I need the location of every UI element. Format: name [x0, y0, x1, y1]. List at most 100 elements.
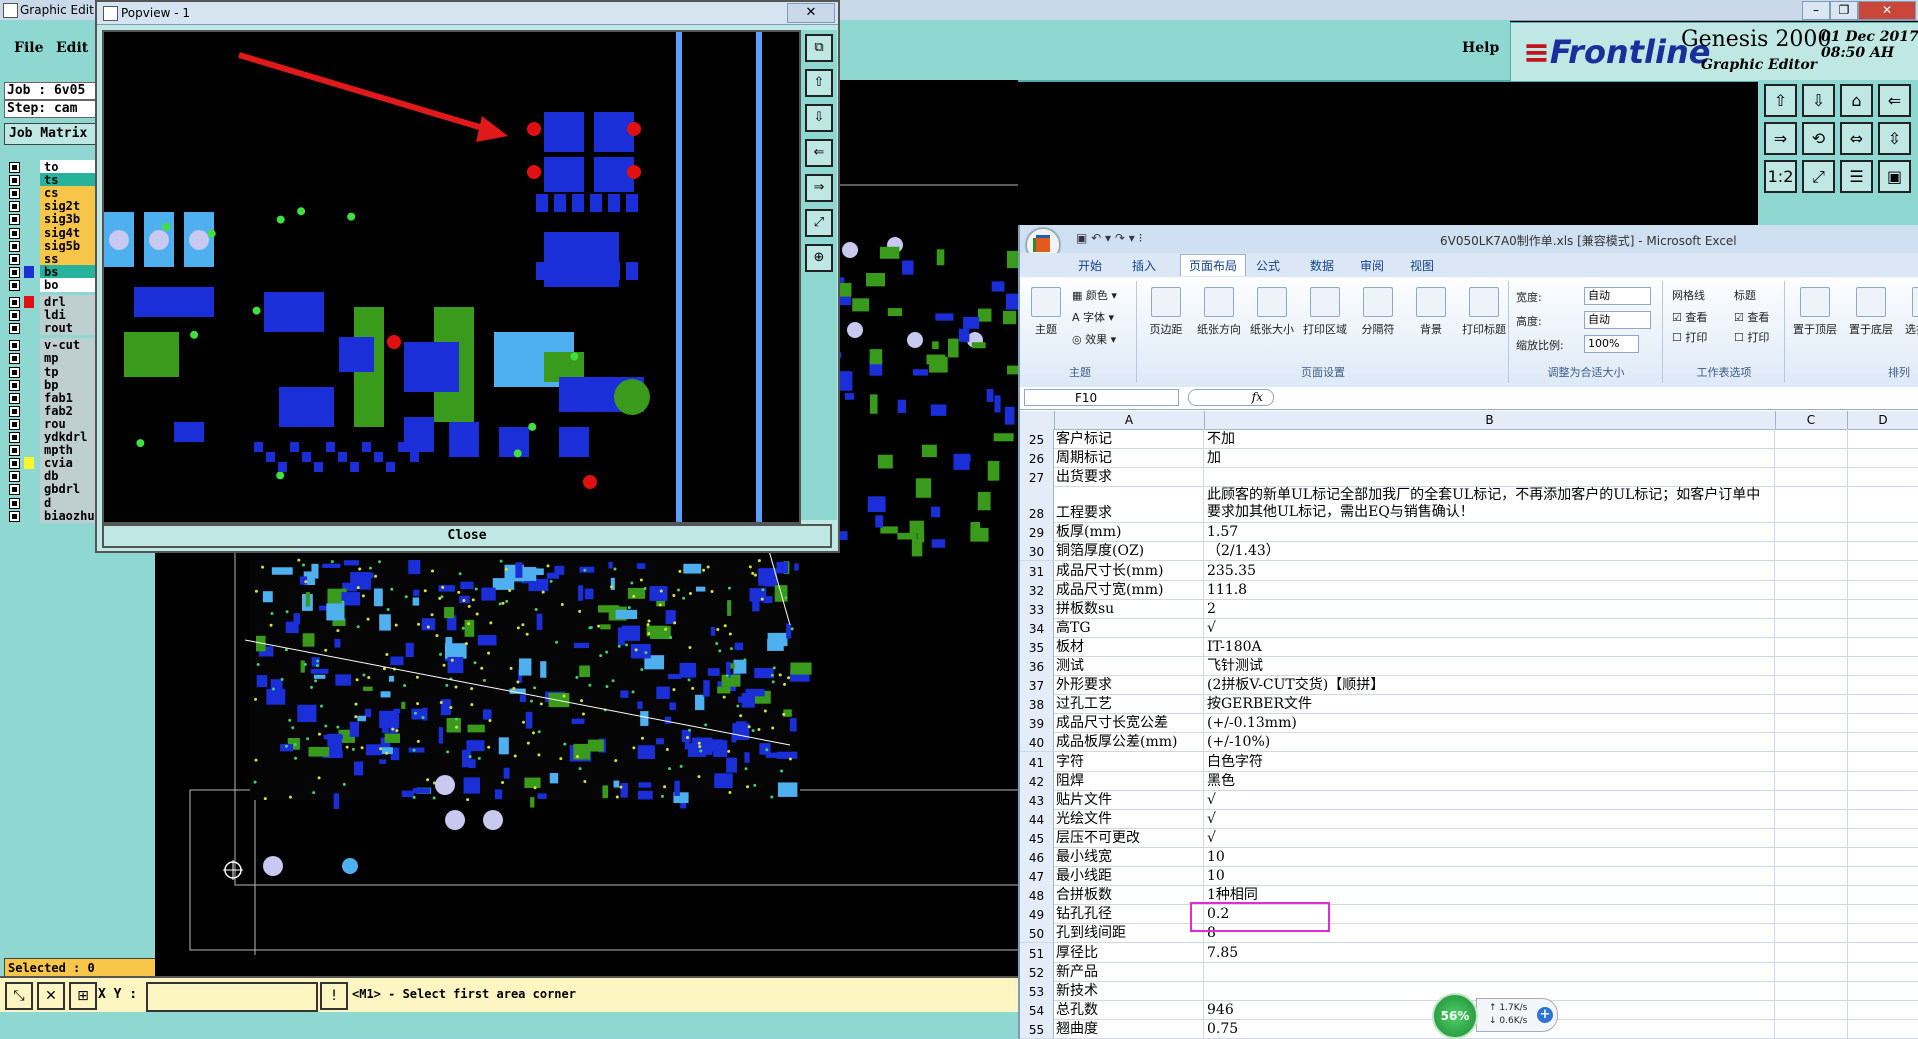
table-row[interactable]: 32 成品尺寸宽(mm) 111.8 — [1020, 580, 1918, 600]
pan-left-icon[interactable]: ⇐ — [1878, 84, 1911, 117]
cell-empty[interactable] — [1775, 429, 1848, 448]
list-icon[interactable]: ☰ — [1840, 160, 1873, 193]
cell-empty[interactable] — [1775, 828, 1848, 847]
ribbon-tab[interactable]: 开始 — [1078, 257, 1102, 274]
cell-label[interactable]: 字符 — [1054, 752, 1204, 771]
cell-label[interactable]: 厚径比 — [1054, 943, 1204, 962]
zoom-fit-icon[interactable]: ⤢ — [1802, 160, 1835, 193]
layer-checkbox[interactable] — [9, 280, 20, 291]
ribbon-tab[interactable]: 插入 — [1132, 257, 1156, 274]
cell-empty[interactable] — [1775, 904, 1848, 923]
table-row[interactable]: 51 厚径比 7.85 — [1020, 943, 1918, 963]
row-number[interactable]: 43 — [1020, 790, 1054, 809]
menu-edit[interactable]: Edit — [56, 40, 88, 56]
row-number[interactable]: 25 — [1020, 429, 1054, 448]
arrange-button[interactable]: 置于底层 — [1844, 287, 1898, 337]
name-box[interactable]: F10 — [1024, 389, 1179, 406]
cell-empty[interactable] — [1775, 1019, 1848, 1038]
column-header[interactable]: C — [1775, 411, 1848, 429]
cell-value[interactable] — [1204, 962, 1775, 981]
cell-empty[interactable] — [1775, 732, 1848, 751]
cell-value[interactable]: (2拼板V-CUT交货)【顺拼】 — [1204, 675, 1775, 694]
table-row[interactable]: 28 工程要求 此顾客的新单UL标记全部加我厂的全套UL标记，不再添加客户的UL标记… — [1020, 486, 1918, 523]
row-number[interactable]: 34 — [1020, 618, 1054, 637]
cell-empty[interactable] — [1775, 561, 1848, 580]
xy-input[interactable] — [146, 982, 318, 1012]
cell-empty[interactable] — [1775, 618, 1848, 637]
measure-icon[interactable]: ✕ — [37, 982, 65, 1010]
cell-value[interactable]: 10 — [1204, 847, 1775, 866]
redraw-icon[interactable]: ⟲ — [1802, 122, 1835, 155]
cell-label[interactable]: 高TG — [1054, 618, 1204, 637]
up-icon[interactable]: ⇧ — [805, 69, 833, 97]
scale-input[interactable]: 100% — [1584, 335, 1639, 353]
row-number[interactable]: 28 — [1020, 486, 1054, 522]
page-setup-button[interactable]: 纸张大小 — [1246, 287, 1298, 337]
popview-close-icon[interactable]: ✕ — [787, 3, 835, 23]
table-row[interactable]: 42 阻焊 黑色 — [1020, 771, 1918, 791]
cell-empty[interactable] — [1775, 1000, 1848, 1019]
cell-label[interactable]: 拼板数su — [1054, 599, 1204, 618]
row-number[interactable]: 50 — [1020, 923, 1054, 942]
headings-print-checkbox[interactable]: ☐ 打印 — [1734, 329, 1769, 345]
table-row[interactable]: 36 测试 飞针测试 — [1020, 656, 1918, 676]
popview-close-button[interactable]: Close — [102, 524, 832, 548]
table-row[interactable]: 43 贴片文件 √ — [1020, 790, 1918, 810]
popview-zoom-view[interactable] — [104, 32, 799, 522]
cell-label[interactable]: 最小线距 — [1054, 866, 1204, 885]
cell-empty[interactable] — [1775, 694, 1848, 713]
row-number[interactable]: 40 — [1020, 732, 1054, 751]
zoom-height-icon[interactable]: ⇳ — [1878, 122, 1911, 155]
cell-value[interactable]: √ — [1204, 790, 1775, 809]
cell-label[interactable]: 出货要求 — [1054, 467, 1204, 486]
menu-file[interactable]: File — [14, 40, 43, 56]
cell-empty[interactable] — [1775, 866, 1848, 885]
copy-icon[interactable]: ⧉ — [805, 34, 833, 62]
grid-icon[interactable]: ⊞ — [69, 982, 97, 1010]
cell-label[interactable]: 新产品 — [1054, 962, 1204, 981]
page-setup-button[interactable]: 背景 — [1405, 287, 1457, 337]
layer-checkbox[interactable] — [9, 162, 20, 173]
cell-label[interactable]: 翘曲度 — [1054, 1019, 1204, 1038]
table-row[interactable]: 47 最小线距 10 — [1020, 866, 1918, 886]
table-row[interactable]: 29 板厚(mm) 1.57 — [1020, 522, 1918, 542]
cell-label[interactable]: 成品尺寸宽(mm) — [1054, 580, 1204, 599]
row-number[interactable]: 51 — [1020, 943, 1054, 962]
cell-label[interactable]: 过孔工艺 — [1054, 694, 1204, 713]
cell-label[interactable]: 周期标记 — [1054, 448, 1204, 467]
layer-checkbox[interactable] — [9, 393, 20, 404]
page-setup-button[interactable]: 页边距 — [1140, 287, 1192, 337]
row-number[interactable]: 30 — [1020, 541, 1054, 560]
cell-label[interactable]: 测试 — [1054, 656, 1204, 675]
ribbon-tab[interactable]: 页面布局 — [1180, 254, 1246, 276]
fx-icon[interactable]: fx — [1188, 389, 1274, 406]
height-select[interactable]: 自动 — [1584, 311, 1651, 329]
layer-checkbox[interactable] — [9, 432, 20, 443]
cell-empty[interactable] — [1775, 580, 1848, 599]
cell-empty[interactable] — [1775, 486, 1848, 522]
arrange-button[interactable]: 选择窗格 — [1900, 287, 1918, 337]
cell-label[interactable]: 成品板厚公差(mm) — [1054, 732, 1204, 751]
layer-checkbox[interactable] — [9, 498, 20, 509]
layer-checkbox[interactable] — [9, 254, 20, 265]
table-row[interactable]: 34 高TG √ — [1020, 618, 1918, 638]
zoom-ratio-icon[interactable]: 1:2 — [1764, 160, 1797, 193]
row-number[interactable]: 29 — [1020, 522, 1054, 541]
minimize-button[interactable]: – — [1802, 1, 1830, 20]
pan-down-icon[interactable]: ⇩ — [1802, 84, 1835, 117]
menu-help[interactable]: Help — [1462, 40, 1499, 56]
page-setup-button[interactable]: 纸张方向 — [1193, 287, 1245, 337]
layer-checkbox[interactable] — [9, 419, 20, 430]
cell-value[interactable]: （2/1.43） — [1204, 541, 1775, 560]
cell-label[interactable]: 最小线宽 — [1054, 847, 1204, 866]
layer-checkbox[interactable] — [9, 406, 20, 417]
arrange-button[interactable]: 置于顶层 — [1788, 287, 1842, 337]
cell-label[interactable]: 光绘文件 — [1054, 809, 1204, 828]
column-header[interactable]: B — [1204, 411, 1776, 429]
table-row[interactable]: 39 成品尺寸长宽公差 (+/-0.13mm) — [1020, 713, 1918, 733]
cell-empty[interactable] — [1775, 599, 1848, 618]
ribbon-tab[interactable]: 数据 — [1310, 257, 1334, 274]
cell-label[interactable]: 板材 — [1054, 637, 1204, 656]
layer-checkbox[interactable] — [9, 323, 20, 334]
cell-label[interactable]: 钻孔孔径 — [1054, 904, 1204, 923]
